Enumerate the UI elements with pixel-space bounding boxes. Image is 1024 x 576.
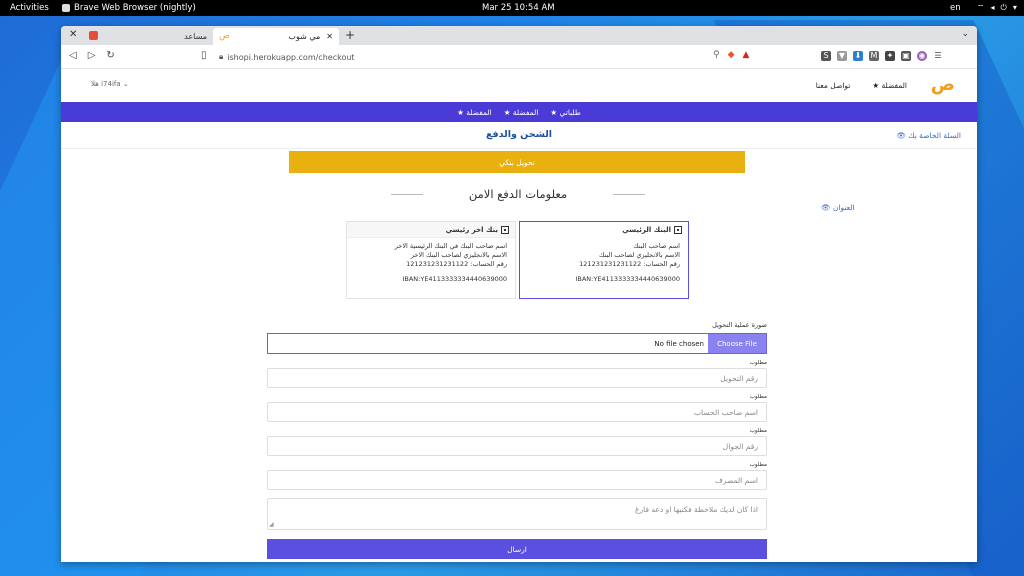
tab-close-icon[interactable]: ✕ xyxy=(326,32,333,41)
bank-owner-en: الاسم بالانجليزي لصاحب البنك الاخر xyxy=(410,251,507,259)
nav-buttons: ◁ ▷ ↻ xyxy=(69,50,115,61)
tab-assistant[interactable]: مساعد xyxy=(85,28,211,45)
notes-placeholder: اذا كان لديك ملاحظة فكتبها او دعه فارغ xyxy=(635,505,758,514)
bank-card-body: اسم صاحب البنك في البنك الرئيسية الاخر ا… xyxy=(347,238,515,288)
file-upload[interactable]: No file chosen Choose File xyxy=(267,333,767,354)
main-nav: ★ المفضلة ★ المفضلة ★ طلباتي xyxy=(61,102,977,122)
bookmark-icon[interactable]: ▯ xyxy=(201,50,207,61)
forward-icon[interactable]: ▷ xyxy=(88,50,96,61)
url-actions: ⚲ ◆ ▲ xyxy=(713,50,749,60)
bank-card-other[interactable]: بنك اخر رئيسي اسم صاحب البنك في البنك ال… xyxy=(346,221,516,299)
tab-title: مي شوب xyxy=(288,32,321,41)
site-header: ص تواصل معنا ★ المفضلة هلا i74ifa ⌄ xyxy=(61,69,977,102)
wallet-icon[interactable]: ▣ xyxy=(901,51,911,61)
bank-iban: IBAN:YE4113333334440639000 xyxy=(575,275,680,283)
bank-owner-en: الاسم بالانجليزي لصاحب البنك xyxy=(599,251,680,259)
tab-bar: ✕ مساعد ص مي شوب ✕ + ⌄ xyxy=(61,26,977,45)
url-text: ishopi.herokuapp.com/checkout xyxy=(227,52,355,62)
required-label: مطلوب xyxy=(749,360,767,366)
address-link[interactable]: 👁 العنوان xyxy=(821,203,855,212)
clock[interactable]: Mar 25 10:54 AM xyxy=(482,3,555,13)
bank-iban: IBAN:YE4113333334440639000 xyxy=(402,275,507,283)
transfer-number-input[interactable]: رقم التحويل xyxy=(267,368,767,388)
page-title: الشحن والدفع xyxy=(485,129,553,140)
address-bar[interactable]: 🔒︎ ishopi.herokuapp.com/checkout xyxy=(219,52,355,62)
bank-title: البنك الرئيسي xyxy=(622,226,671,234)
header-link-contact[interactable]: تواصل معنا xyxy=(816,81,851,90)
language-indicator[interactable]: en xyxy=(950,3,961,13)
user-menu[interactable]: هلا i74ifa ⌄ xyxy=(91,80,129,88)
brave-shield-icon[interactable]: ◆ xyxy=(728,50,735,60)
bank-card-body: اسم صاحب البنك الاسم بالانجليزي لصاحب ال… xyxy=(520,238,688,288)
nav-item-orders[interactable]: ★ طلباتي xyxy=(550,108,580,117)
bank-owner: اسم صاحب البنك في البنك الرئيسية الاخر xyxy=(394,242,507,250)
chevron-down-icon[interactable]: ⌄ xyxy=(961,29,969,39)
bank-title: بنك اخر رئيسي xyxy=(445,225,498,234)
profile-avatar-icon[interactable]: ◉ xyxy=(917,51,927,61)
network-icon: ⌔ xyxy=(977,3,985,12)
app-menu[interactable]: Brave Web Browser (nightly) xyxy=(62,3,196,13)
section-title: معلومات الدفع الامن xyxy=(391,187,645,201)
choose-file-button[interactable]: Choose File xyxy=(708,334,766,353)
close-icon[interactable]: ✕ xyxy=(69,29,77,40)
phone-input[interactable]: رقم الجوال xyxy=(267,436,767,456)
required-label: مطلوب xyxy=(749,462,767,468)
header-link-favorites[interactable]: ★ المفضلة xyxy=(872,81,907,90)
bank-card-header: بنك اخر رئيسي xyxy=(347,222,515,238)
web-page: ص تواصل معنا ★ المفضلة هلا i74ifa ⌄ ★ ال… xyxy=(61,69,977,562)
lock-icon: 🔒︎ xyxy=(219,52,224,61)
bank-account: رقم الحساب: 121231231231122 xyxy=(579,260,680,268)
required-label: مطلوب xyxy=(749,394,767,400)
submit-button[interactable]: ارسال xyxy=(267,539,767,559)
account-holder-input[interactable]: اسم صاحب الحساب xyxy=(267,402,767,422)
extensions-bar: S ▼ ⬇ M ✦ ▣ ◉ ☰ xyxy=(821,51,943,61)
notes-textarea[interactable]: اذا كان لديك ملاحظة فكتبها او دعه فارغ ◢ xyxy=(267,498,767,530)
title-row: الشحن والدفع 👁 السلة الخاصة بك xyxy=(61,122,977,149)
file-status: No file chosen xyxy=(654,339,704,348)
browser-toolbar: ◁ ▷ ↻ ▯ 🔒︎ ishopi.herokuapp.com/checkout… xyxy=(61,45,977,69)
resize-grip-icon[interactable]: ◢ xyxy=(269,521,274,528)
back-icon[interactable]: ◁ xyxy=(69,50,77,61)
chevron-down-icon: ▾ xyxy=(1012,3,1017,12)
brave-app-icon xyxy=(62,4,70,12)
nav-item-favorites[interactable]: ★ المفضلة xyxy=(504,108,539,117)
ext-s-icon[interactable]: S xyxy=(821,51,831,61)
file-label: صورة عملية التحويل xyxy=(712,321,767,329)
bank-card-main[interactable]: البنك الرئيسي اسم صاحب البنك الاسم بالان… xyxy=(519,221,689,299)
tab-favicon xyxy=(89,31,98,40)
system-tray[interactable]: ⌔ ◂ ⏻ ▾ xyxy=(977,3,1017,13)
qr-code-icon xyxy=(501,225,509,234)
zoom-icon[interactable]: ⚲ xyxy=(713,50,720,60)
new-tab-button[interactable]: + xyxy=(345,28,355,42)
browser-window: ✕ مساعد ص مي شوب ✕ + ⌄ ◁ ▷ ↻ ▯ 🔒︎ ishopi… xyxy=(61,26,977,562)
site-favicon: ص xyxy=(219,31,230,41)
site-logo[interactable]: ص xyxy=(931,74,955,95)
bank-owner: اسم صاحب البنك xyxy=(633,242,680,250)
reload-icon[interactable]: ↻ xyxy=(106,50,114,61)
bank-account: رقم الحساب: 121231231231122 xyxy=(406,260,507,268)
ext-m-icon[interactable]: M xyxy=(869,51,879,61)
bank-card-header: البنك الرئيسي xyxy=(520,222,688,238)
puzzle-icon[interactable]: ✦ xyxy=(885,51,895,61)
cart-link[interactable]: 👁 السلة الخاصة بك xyxy=(896,131,961,140)
payment-form: صورة عملية التحويل No file chosen Choose… xyxy=(267,321,767,559)
payment-method-banner: تحويل بنكي xyxy=(289,151,745,173)
header-links: تواصل معنا ★ المفضلة xyxy=(816,81,907,90)
activities-button[interactable]: Activities xyxy=(10,3,49,13)
ext-download-icon[interactable]: ⬇ xyxy=(853,51,863,61)
menu-icon[interactable]: ☰ xyxy=(933,51,943,61)
tab-title: مساعد xyxy=(184,32,207,41)
required-label: مطلوب xyxy=(749,428,767,434)
bank-name-input[interactable]: اسم المصرف xyxy=(267,470,767,490)
volume-icon: ◂ xyxy=(990,3,995,12)
desktop-top-bar: Activities Brave Web Browser (nightly) M… xyxy=(0,0,1024,16)
tab-active[interactable]: ص مي شوب ✕ xyxy=(213,28,339,45)
qr-code-icon xyxy=(674,226,682,234)
power-icon: ⏻ xyxy=(1000,3,1007,12)
ext-filter-icon[interactable]: ▼ xyxy=(837,51,847,61)
brave-rewards-icon[interactable]: ▲ xyxy=(743,50,750,60)
app-name: Brave Web Browser (nightly) xyxy=(74,3,196,13)
nav-item-favorites-2[interactable]: ★ المفضلة xyxy=(457,108,492,117)
